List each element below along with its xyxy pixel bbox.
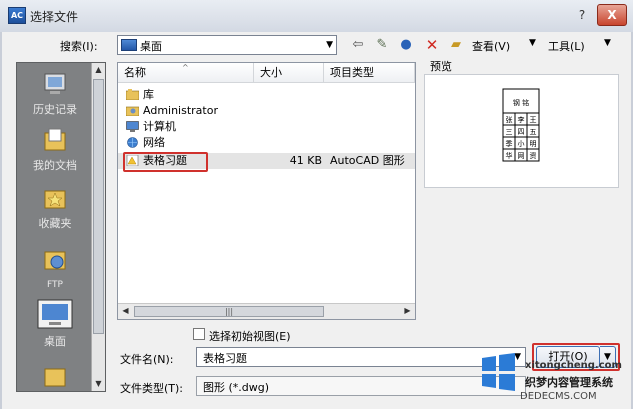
file-list-horizontal-scrollbar[interactable]: ◀ ||| ▶	[118, 303, 415, 319]
lookin-dropdown[interactable]: 桌面 ▼	[117, 35, 337, 55]
preview-title: 钢 铭	[513, 98, 529, 107]
place-label: 收藏夹	[38, 217, 72, 230]
place-favorites[interactable]: 收藏夹	[17, 185, 93, 231]
place-label: 我的文档	[33, 159, 77, 172]
file-name: 计算机	[143, 120, 176, 133]
preview-cell: 华	[506, 151, 513, 160]
column-header-label: 名称	[124, 66, 146, 79]
close-button[interactable]: X	[597, 4, 627, 26]
places-scrollbar[interactable]: ▲ ▼	[91, 63, 105, 391]
file-list: 名称 ^ 大小 项目类型 库 Administrator 计算机 网络 表格习题…	[117, 62, 416, 320]
file-size: 41 KB	[289, 154, 322, 167]
desktop-icon	[37, 299, 73, 329]
place-more[interactable]	[17, 363, 93, 393]
preview-cell: 五	[530, 128, 537, 136]
place-desktop[interactable]: 桌面	[17, 299, 93, 349]
filetype-select[interactable]: 图形 (*.dwg)	[196, 376, 526, 396]
initial-view-label: 选择初始视图(E)	[209, 330, 291, 343]
column-header-size[interactable]: 大小	[254, 63, 324, 83]
network-icon	[127, 137, 138, 148]
history-icon	[44, 73, 66, 94]
preview-cell: 资	[530, 151, 537, 160]
view-dropdown-arrow-icon[interactable]: ▼	[529, 38, 536, 48]
watermark-logo-icon	[482, 353, 515, 391]
autocad-app-icon: AC	[8, 7, 26, 24]
filename-value: 表格习题	[203, 352, 247, 365]
favorites-icon	[44, 190, 66, 209]
computer-icon	[126, 121, 139, 132]
column-header-type[interactable]: 项目类型	[324, 63, 415, 83]
preview-cell: 网	[518, 152, 525, 160]
file-row[interactable]: Administrator	[118, 103, 415, 119]
back-icon[interactable]: ⇦	[348, 36, 368, 54]
column-header-name[interactable]: 名称 ^	[118, 63, 254, 83]
place-label: 桌面	[44, 335, 66, 348]
preview-pane: 钢 铭 张 李 王 三 四 五 季 小 明 华 网 资	[424, 74, 619, 188]
chevron-down-icon: ▼	[326, 40, 333, 50]
file-row[interactable]: 库	[118, 87, 415, 103]
window-title: 选择文件	[30, 10, 79, 24]
preview-cell: 三	[506, 128, 513, 136]
search-web-icon[interactable]: ●	[396, 36, 416, 54]
filename-input[interactable]: 表格习题 ▼	[196, 347, 526, 367]
title-bar	[0, 0, 633, 32]
preview-cell: 李	[518, 115, 525, 124]
file-name: Administrator	[143, 104, 218, 117]
help-button[interactable]: ?	[572, 5, 592, 25]
place-ftp[interactable]: FTP	[17, 247, 93, 290]
filetype-label: 文件类型(T):	[120, 382, 184, 395]
up-folder-icon[interactable]: ✎	[372, 36, 392, 54]
tools-dropdown-arrow-icon[interactable]: ▼	[604, 38, 611, 48]
place-history[interactable]: 历史记录	[17, 71, 93, 117]
documents-icon	[44, 128, 66, 151]
library-icon	[126, 89, 139, 100]
file-row[interactable]: 网络	[118, 135, 415, 151]
places-scroll-thumb[interactable]	[93, 79, 104, 334]
file-row[interactable]: 计算机	[118, 119, 415, 135]
preview-cell: 四	[518, 128, 525, 136]
horizontal-scroll-thumb[interactable]: |||	[134, 306, 324, 317]
tools-menu[interactable]: 工具(L)	[548, 38, 585, 54]
scroll-right-icon[interactable]: ▶	[401, 304, 414, 318]
watermark-brand: 织梦内容管理系统	[525, 376, 613, 389]
ftp-icon	[44, 251, 66, 270]
delete-icon[interactable]: ✕	[422, 36, 442, 54]
preview-cell: 小	[518, 139, 525, 148]
place-documents[interactable]: 我的文档	[17, 127, 93, 173]
new-folder-icon[interactable]: ▰	[446, 36, 466, 54]
sort-arrow-icon: ^	[182, 63, 189, 72]
preview-cell: 王	[530, 116, 537, 124]
filename-label: 文件名(N):	[120, 353, 174, 366]
scroll-down-icon[interactable]: ▼	[92, 377, 105, 391]
lookin-value: 桌面	[140, 40, 162, 53]
place-label: FTP	[47, 280, 63, 290]
file-name: 网络	[143, 136, 165, 149]
preview-cell: 季	[506, 139, 513, 148]
folder-icon	[44, 368, 66, 387]
lookin-label: 搜索(I):	[60, 40, 98, 53]
drawing-preview: 钢 铭 张 李 王 三 四 五 季 小 明 华 网 资	[502, 88, 540, 162]
highlight-selected-file	[123, 152, 208, 172]
filetype-value: 图形 (*.dwg)	[203, 381, 270, 394]
file-type: AutoCAD 图形	[330, 154, 405, 167]
preview-cell: 张	[506, 115, 513, 124]
view-menu[interactable]: 查看(V)	[472, 38, 510, 54]
watermark-site: xitongcheng.com	[525, 360, 622, 371]
scroll-left-icon[interactable]: ◀	[119, 304, 132, 318]
places-bar: 历史记录 我的文档 收藏夹 FTP 桌面 ▲ ▼	[16, 62, 106, 392]
scroll-up-icon[interactable]: ▲	[92, 63, 105, 77]
initial-view-checkbox[interactable]	[193, 328, 205, 340]
place-label: 历史记录	[33, 103, 77, 116]
preview-cell: 明	[530, 140, 537, 148]
file-name: 库	[143, 88, 154, 101]
desktop-folder-icon	[121, 39, 137, 51]
user-folder-icon	[126, 106, 139, 116]
watermark-domain: DEDECMS.COM	[520, 391, 597, 402]
preview-label: 预览	[430, 60, 452, 73]
